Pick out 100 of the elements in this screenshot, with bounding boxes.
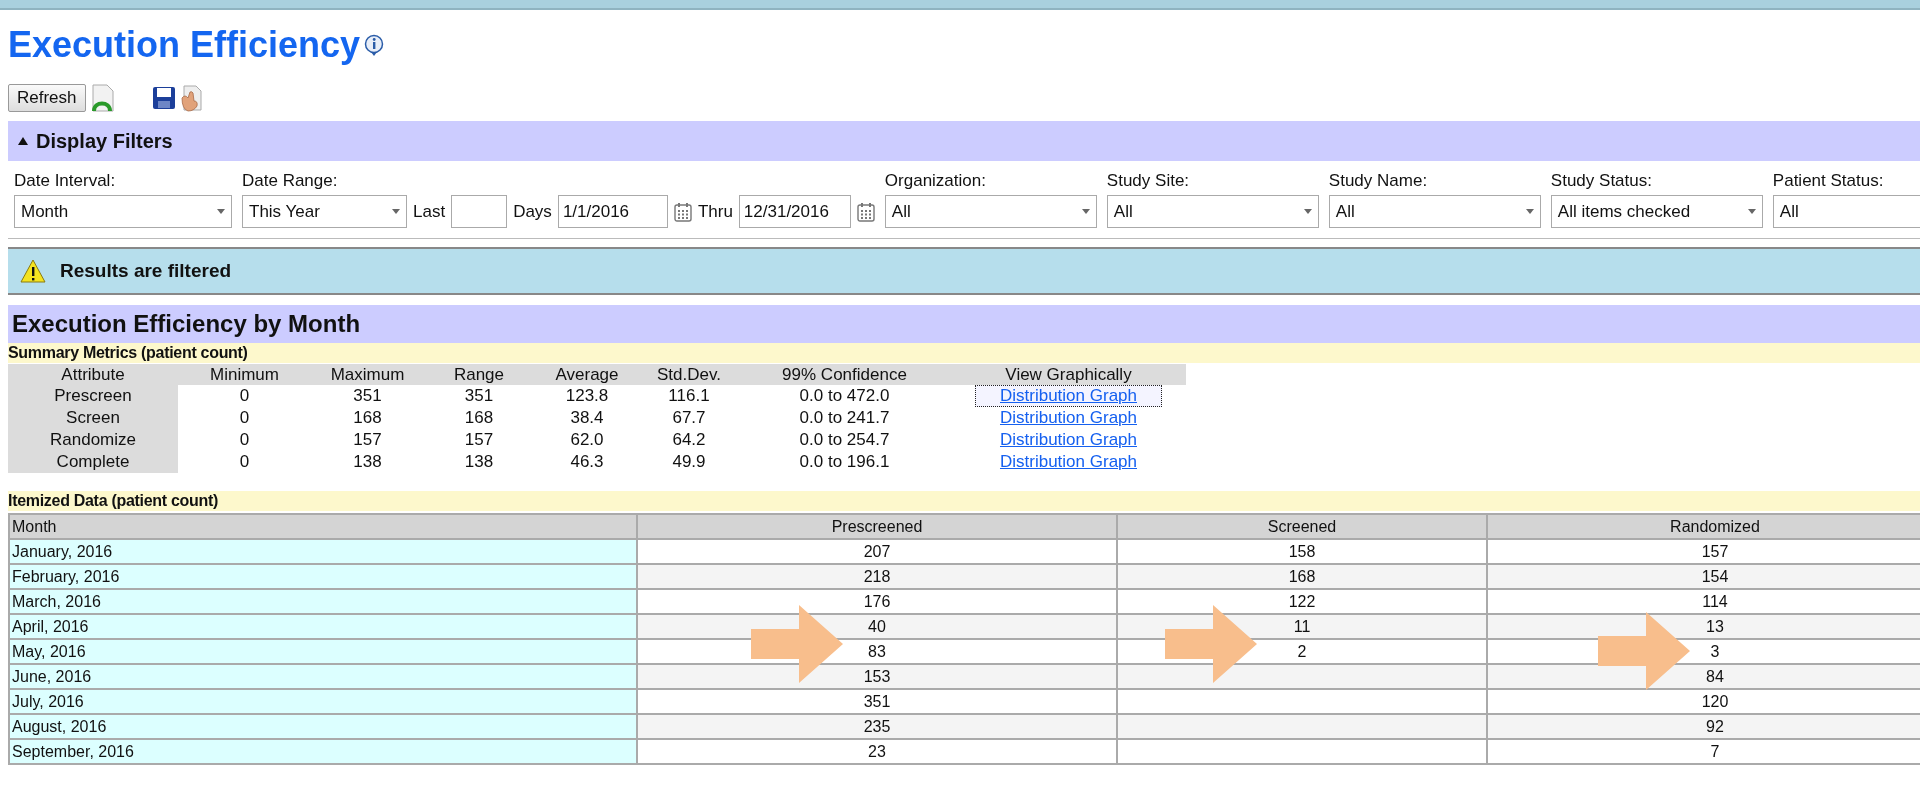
table-cell-text: 0.0 to 254.7 (798, 429, 891, 451)
dropdown-caret-icon[interactable] (1525, 209, 1534, 214)
distribution-graph-link[interactable]: Distribution Graph (975, 385, 1162, 407)
distribution-graph-link[interactable]: Distribution Graph (975, 451, 1162, 473)
filter-dropdown[interactable]: All items checked (1550, 195, 1763, 228)
column-header: Range (424, 364, 534, 385)
date-field[interactable]: 1/1/2016 (557, 195, 668, 228)
filter-label: Date Range: (242, 171, 339, 191)
dropdown-caret-icon[interactable] (1081, 209, 1090, 214)
table-cell-text: 0.0 to 241.7 (798, 407, 891, 429)
table-cell-text: 62.0 (569, 429, 605, 451)
table-cell: 153 (637, 664, 1117, 689)
table-cell: 154 (1487, 564, 1920, 589)
input-field[interactable] (451, 195, 508, 228)
table-cell-text: 49.9 (671, 451, 707, 473)
table-cell: 92 (1487, 714, 1920, 739)
table-cell-text: 138 (463, 451, 495, 473)
table-cell-text: 46.3 (569, 451, 605, 473)
dropdown-caret-icon[interactable] (1303, 209, 1312, 214)
table-cell: March, 2016 (9, 589, 637, 614)
column-header: Std.Dev. (640, 364, 738, 385)
date-field[interactable]: 12/31/2016 (738, 195, 851, 228)
table-cell-text: 157 (352, 429, 383, 451)
page-title: Execution Efficiency (8, 24, 361, 66)
table-cell: 218 (637, 564, 1117, 589)
table-cell: 0 (178, 429, 311, 451)
table-cell: 351 (424, 385, 534, 407)
refresh-button[interactable]: Refresh (8, 84, 86, 112)
filter-dropdown[interactable]: This Year (242, 195, 407, 228)
table-cell: Prescreen (8, 385, 178, 407)
table-cell: August, 2016 (9, 714, 637, 739)
filter-dropdown[interactable]: All (1328, 195, 1541, 228)
column-header: Minimum (178, 364, 311, 385)
column-header: Attribute (8, 364, 178, 385)
filter-label: Study Name: (1328, 171, 1429, 191)
table-cell-text: 138 (352, 451, 383, 473)
filter-dropdown[interactable]: All (1772, 195, 1920, 228)
table-cell: Screen (8, 407, 178, 429)
column-header: Screened (1117, 514, 1487, 539)
table-cell: January, 2016 (9, 539, 637, 564)
table-cell: Complete (8, 451, 178, 473)
filter-label: Organization: (884, 171, 987, 191)
field-label: Last (413, 201, 446, 222)
filter-dropdown[interactable]: All (884, 195, 1097, 228)
table-cell: 23 (637, 739, 1117, 764)
table-cell-text: 168 (352, 407, 383, 429)
distribution-graph-link[interactable]: Distribution Graph (975, 407, 1162, 429)
collapse-triangle-icon[interactable] (18, 137, 28, 145)
field-label: Thru (697, 201, 733, 222)
dropdown-caret-icon[interactable] (217, 209, 225, 214)
field-label: Days (513, 201, 552, 222)
dropdown-caret-icon[interactable] (1747, 209, 1756, 214)
filters-header[interactable]: Display Filters (8, 121, 1920, 161)
table-cell: Randomize (8, 429, 178, 451)
dropdown-caret-icon[interactable] (392, 209, 400, 214)
table-title: Itemized Data (patient count) (8, 491, 1920, 511)
section-title: Execution Efficiency by Month (8, 305, 1920, 343)
table-cell-text: 168 (463, 407, 495, 429)
column-header: Month (9, 514, 637, 539)
table-cell-text: 67.7 (671, 407, 707, 429)
table-cell: 235 (637, 714, 1117, 739)
warning-icon (20, 259, 46, 283)
column-header: Average (534, 364, 640, 385)
table-cell-text: 64.2 (671, 429, 707, 451)
column-header: Randomized (1487, 514, 1920, 539)
column-header: 99% Confidence (738, 364, 951, 385)
table-cell: September, 2016 (9, 739, 637, 764)
save-icon[interactable] (151, 85, 176, 111)
filter-label: Date Interval: (14, 171, 117, 191)
table-cell: June, 2016 (9, 664, 637, 689)
column-header: View Graphically (951, 364, 1186, 385)
table-cell-text: 0.0 to 196.1 (798, 451, 891, 473)
table-cell: May, 2016 (9, 639, 637, 664)
table-cell: 0 (178, 451, 311, 473)
filter-dropdown[interactable]: Month (14, 195, 232, 228)
table-cell: 0 (178, 385, 311, 407)
filter-label: Study Site: (1106, 171, 1191, 191)
report-icon[interactable] (89, 83, 116, 113)
table-cell-text: 157 (463, 429, 495, 451)
column-header: Maximum (311, 364, 424, 385)
table-cell: 0 (178, 407, 311, 429)
column-header: Prescreened (637, 514, 1117, 539)
calendar-icon[interactable] (673, 201, 692, 222)
table-cell: 168 (1117, 564, 1487, 589)
notice-text: Results are filtered (60, 260, 232, 282)
filter-label: Study Status: (1550, 171, 1653, 191)
table-cell: 0.0 to 472.0 (738, 385, 951, 407)
filter-label: Patient Status: (1772, 171, 1885, 191)
table-cell: 116.1 (640, 385, 738, 407)
calendar-icon[interactable] (856, 201, 875, 222)
filter-dropdown[interactable]: All (1106, 195, 1319, 228)
table-cell: July, 2016 (9, 689, 637, 714)
table-title: Summary Metrics (patient count) (8, 343, 1920, 363)
distribution-graph-link[interactable]: Distribution Graph (975, 429, 1162, 451)
table-cell-text: 38.4 (569, 407, 605, 429)
table-cell: April, 2016 (9, 614, 637, 639)
table-cell: 351 (311, 385, 424, 407)
info-icon[interactable] (364, 34, 385, 56)
table-cell: February, 2016 (9, 564, 637, 589)
table-cell: 123.8 (534, 385, 640, 407)
